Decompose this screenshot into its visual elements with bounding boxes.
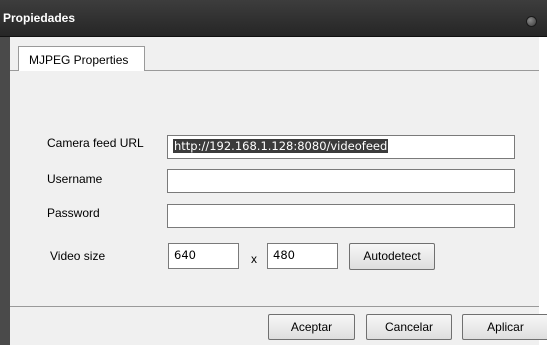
- video-size-label: Video size: [50, 249, 106, 263]
- camera-feed-url-label: Camera feed URL: [47, 136, 144, 150]
- window-title: Propiedades: [3, 11, 76, 25]
- password-label: Password: [47, 206, 100, 220]
- title-bar[interactable]: Propiedades: [0, 0, 547, 37]
- video-size-separator: x: [251, 252, 257, 266]
- window-border-left: [0, 37, 10, 345]
- tab-mjpeg-properties[interactable]: MJPEG Properties: [18, 46, 145, 71]
- cancel-button[interactable]: Cancelar: [366, 314, 452, 340]
- username-input[interactable]: [167, 169, 515, 193]
- video-width-input[interactable]: 640: [168, 243, 239, 269]
- camera-feed-url-value: http://192.168.1.128:8080/videofeed: [173, 139, 389, 153]
- camera-feed-url-input[interactable]: http://192.168.1.128:8080/videofeed: [167, 135, 515, 159]
- autodetect-button[interactable]: Autodetect: [349, 243, 435, 270]
- video-width-value: 640: [174, 248, 196, 262]
- video-height-value: 480: [273, 248, 295, 262]
- accept-button[interactable]: Aceptar: [268, 314, 355, 340]
- tab-label: MJPEG Properties: [29, 53, 129, 67]
- window-border-right: [539, 37, 547, 345]
- properties-dialog: Propiedades MJPEG Properties Camera feed…: [0, 0, 547, 345]
- window-close-icon[interactable]: [526, 16, 537, 27]
- video-height-input[interactable]: 480: [267, 243, 338, 269]
- password-input[interactable]: [167, 204, 515, 228]
- apply-button[interactable]: Aplicar: [462, 314, 547, 340]
- username-label: Username: [47, 172, 103, 186]
